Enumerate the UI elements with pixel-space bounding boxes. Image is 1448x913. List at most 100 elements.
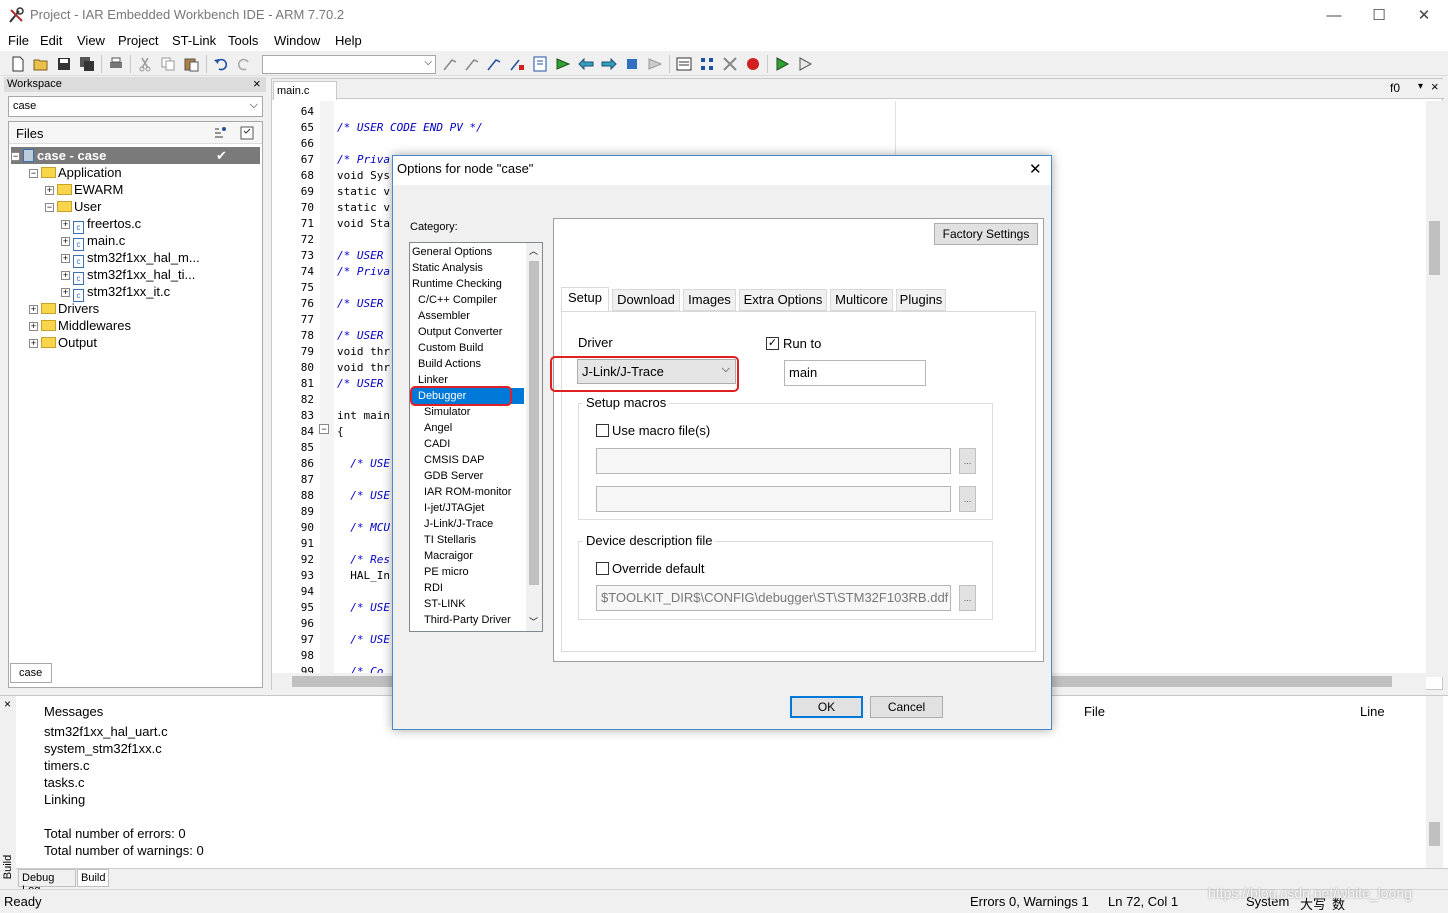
menu-tools[interactable]: Tools [228,33,258,48]
editor-close-icon[interactable]: × [1431,79,1439,94]
code-line[interactable]: void thr [337,345,390,358]
scroll-thumb[interactable] [1429,221,1440,275]
workspace-config-select[interactable]: case ⌵ [8,96,263,117]
code-line[interactable]: /* USER [337,329,383,342]
find-in-files-icon[interactable] [486,56,502,72]
category-item[interactable]: RDI [412,580,443,596]
expand-icon[interactable]: + [61,237,70,246]
code-line[interactable]: /* USER [337,249,383,262]
paste-icon[interactable] [183,56,199,72]
tab-debug-log[interactable]: Debug Log [18,869,76,896]
menu-edit[interactable]: Edit [40,33,62,48]
tree-item-application[interactable]: − Application [29,164,122,181]
tree-item-project[interactable]: − case - case ✔ [11,147,260,164]
chevron-down-icon[interactable]: ▾ [1418,81,1423,92]
tab-extra-options[interactable]: Extra Options [739,289,827,311]
macro-file-1-input[interactable] [596,448,951,474]
category-item[interactable]: Build Actions [412,356,481,372]
scroll-thumb[interactable] [529,261,539,585]
code-line[interactable]: /* USE [337,457,390,470]
messages-vscrollbar[interactable] [1426,696,1443,868]
category-scrollbar[interactable]: ︿ ﹀ [526,243,542,631]
tab-plugins[interactable]: Plugins [896,289,946,311]
category-item[interactable]: GDB Server [412,468,483,484]
macro-file-2-browse[interactable]: ... [959,486,976,512]
menu-view[interactable]: View [77,33,105,48]
open-folder-icon[interactable] [33,56,49,72]
editor-vscrollbar[interactable] [1426,101,1443,677]
close-button[interactable]: ✕ [1401,0,1447,31]
code-line[interactable]: /* Res [337,553,390,566]
device-file-input[interactable]: $TOOLKIT_DIR$\CONFIG\debugger\ST\STM32F1… [596,585,951,611]
code-line[interactable]: /* USER CODE END PV */ [337,121,483,134]
macro-file-1-browse[interactable]: ... [959,448,976,474]
message-line[interactable]: timers.c [44,758,90,773]
code-line[interactable]: { [337,425,344,438]
category-item[interactable]: TI Stellaris [412,532,476,548]
collapse-icon[interactable]: − [11,152,20,161]
fold-icon[interactable]: − [319,424,329,434]
code-line[interactable]: /* USER [337,377,383,390]
code-line[interactable]: static v [337,185,390,198]
tree-item-user[interactable]: − User [45,198,101,215]
find-prev-icon[interactable] [464,56,480,72]
category-item[interactable]: Simulator [412,404,470,420]
macro-file-2-input[interactable] [596,486,951,512]
toggle-bookmark-icon[interactable] [532,56,548,72]
debug-without-download-icon[interactable] [797,56,813,72]
tree-item-hal-timebase[interactable]: + c stm32f1xx_hal_ti... [61,266,195,285]
tree-item-ewarm[interactable]: + EWARM [45,181,123,198]
menu-st-link[interactable]: ST-Link [172,33,216,48]
collapse-icon[interactable]: − [45,203,54,212]
function-label[interactable]: f0 [1390,81,1400,95]
tab-build[interactable]: Build [77,869,109,887]
cancel-button[interactable]: Cancel [870,696,943,718]
code-line[interactable]: /* Priva [337,265,390,278]
tab-images[interactable]: Images [683,289,736,311]
category-list[interactable]: General Options Static Analysis Runtime Ch… [409,242,543,632]
next-bookmark-icon[interactable] [555,56,571,72]
tab-download[interactable]: Download [612,289,680,311]
download-and-debug-icon[interactable] [774,56,790,72]
expand-icon[interactable]: + [29,322,38,331]
save-all-icon[interactable] [79,56,95,72]
maximize-button[interactable]: ☐ [1356,0,1402,31]
stop-build-icon[interactable] [676,56,692,72]
toggle-breakpoint-icon[interactable] [699,56,715,72]
category-item[interactable]: Custom Build [412,340,483,356]
code-line[interactable]: /* USE [337,633,390,646]
editor-tab-main[interactable]: main.c [273,81,337,100]
options-icon[interactable] [240,126,254,140]
message-line[interactable]: Total number of errors: 0 [44,826,186,841]
workspace-close-icon[interactable]: × [253,77,261,91]
category-item[interactable]: CMSIS DAP [412,452,485,468]
factory-settings-button[interactable]: Factory Settings [934,223,1038,245]
code-line[interactable]: int main [337,409,390,422]
tree-item-output[interactable]: + Output [29,334,97,351]
override-default-checkbox[interactable] [596,562,609,575]
category-item[interactable]: Output Converter [412,324,502,340]
code-line[interactable]: /* USER [337,297,383,310]
find-combo[interactable]: ⌵ [262,55,436,74]
chevron-down-icon[interactable]: ﹀ [529,615,538,628]
expand-icon[interactable]: + [61,288,70,297]
navigate-back-icon[interactable] [578,56,594,72]
chevron-up-icon[interactable]: ︿ [529,244,538,257]
dialog-close-icon[interactable]: ✕ [1029,160,1042,178]
code-line[interactable]: static v [337,201,390,214]
message-line[interactable]: Linking [44,792,85,807]
run-to-checkbox[interactable]: ✓ [766,337,779,350]
expand-icon[interactable]: + [29,305,38,314]
redo-icon[interactable] [236,56,252,72]
messages-close-icon[interactable]: × [4,697,11,711]
category-item[interactable]: ST-LINK [412,596,466,612]
remove-breakpoints-icon[interactable] [722,56,738,72]
category-item[interactable]: I-jet/JTAGjet [412,500,484,516]
category-item[interactable]: Static Analysis [412,260,483,276]
scroll-thumb[interactable] [1429,822,1440,846]
new-file-icon[interactable] [10,56,26,72]
tab-setup[interactable]: Setup [561,287,609,312]
tree-item-middlewares[interactable]: + Middlewares [29,317,131,334]
save-icon[interactable] [56,56,72,72]
expand-icon[interactable]: + [61,254,70,263]
